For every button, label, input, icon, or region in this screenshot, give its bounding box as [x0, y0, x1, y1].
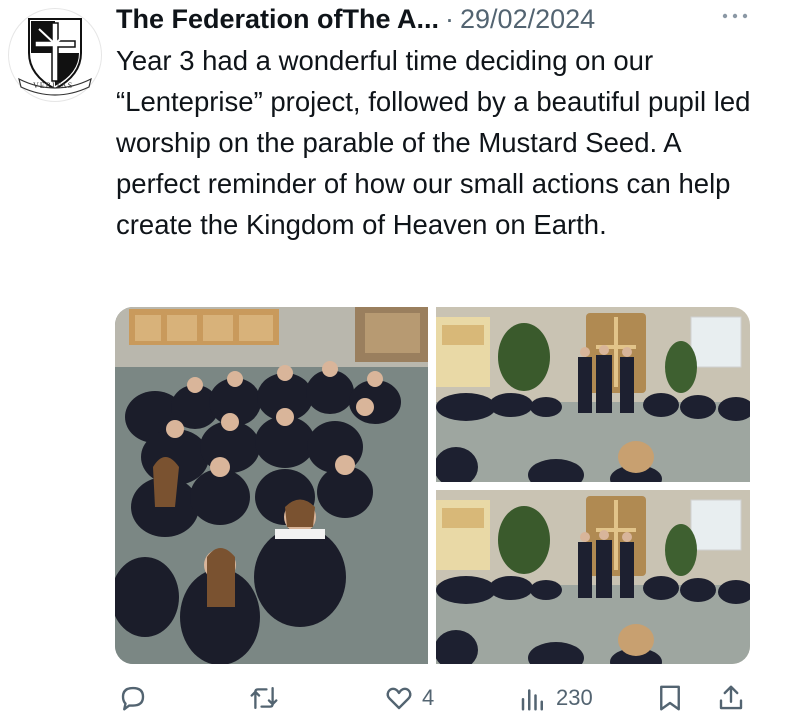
views-chart-icon: [521, 689, 543, 711]
pupils-sitting-on-floor-photo[interactable]: [115, 307, 428, 664]
pupils-worship-circle-photo-2[interactable]: [436, 490, 750, 664]
reply-icon: [121, 686, 145, 711]
views-count: 230: [556, 685, 593, 710]
reply-button[interactable]: [118, 676, 156, 720]
tweet-date[interactable]: 29/02/2024: [460, 4, 595, 35]
more-horizontal-icon: [722, 13, 748, 19]
bookmark-icon: [660, 685, 680, 711]
retweet-button[interactable]: [248, 676, 288, 720]
heart-icon: [386, 687, 412, 710]
share-button[interactable]: [716, 676, 746, 720]
more-options-button[interactable]: [720, 6, 750, 32]
tweet-text: Year 3 had a wonderful time deciding on …: [116, 45, 751, 240]
avatar-motto: VERITAS: [33, 81, 74, 90]
tweet-header: The Federation ofThe A... · 29/02/2024: [116, 2, 750, 36]
avatar[interactable]: VERITAS: [8, 8, 102, 102]
bookmark-button[interactable]: [655, 676, 685, 720]
action-bar: 4 230: [0, 676, 790, 720]
pupils-worship-circle-photo-1[interactable]: [436, 307, 750, 482]
like-button[interactable]: 4: [384, 676, 434, 720]
retweet-icon: [250, 686, 278, 710]
like-count: 4: [422, 685, 435, 710]
views-button[interactable]: 230: [518, 676, 593, 720]
share-icon: [719, 685, 743, 710]
author-name[interactable]: The Federation ofThe A...: [116, 4, 439, 35]
media-grid: [115, 307, 750, 664]
separator-dot: ·: [445, 3, 455, 34]
